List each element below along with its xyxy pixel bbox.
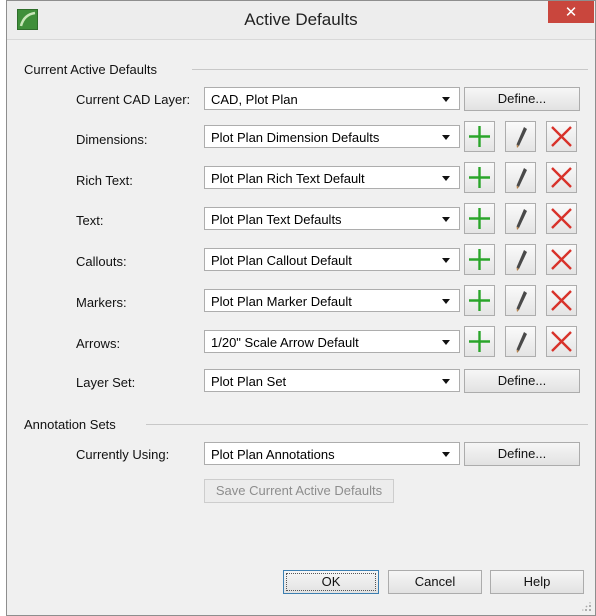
x-icon	[551, 208, 572, 229]
help-button[interactable]: Help	[490, 570, 584, 594]
layer-set-select[interactable]: Plot Plan Set	[204, 369, 460, 392]
dimensions-select[interactable]: Plot Plan Dimension Defaults	[204, 125, 460, 148]
x-icon	[551, 290, 572, 311]
save-current-active-defaults-button[interactable]: Save Current Active Defaults	[204, 479, 394, 503]
ok-button[interactable]: OK	[283, 570, 379, 594]
cancel-button[interactable]: Cancel	[388, 570, 482, 594]
callouts-label: Callouts:	[76, 254, 127, 269]
plus-icon	[469, 290, 490, 311]
dimensions-add-button[interactable]	[464, 121, 495, 152]
rich-text-edit-button[interactable]	[505, 162, 536, 193]
text-value: Plot Plan Text Defaults	[211, 212, 342, 227]
markers-value: Plot Plan Marker Default	[211, 294, 352, 309]
rich-text-add-button[interactable]	[464, 162, 495, 193]
arrows-add-button[interactable]	[464, 326, 495, 357]
plus-icon	[469, 167, 490, 188]
pencil-icon	[516, 332, 527, 353]
cad-layer-select[interactable]: CAD, Plot Plan	[204, 87, 460, 110]
pencil-icon	[516, 168, 527, 189]
text-edit-button[interactable]	[505, 203, 536, 234]
pencil-icon	[516, 291, 527, 312]
chevron-down-icon	[442, 176, 450, 181]
close-icon: ✕	[564, 3, 578, 21]
callouts-add-button[interactable]	[464, 244, 495, 275]
pencil-icon	[516, 127, 527, 148]
title-bar: Active Defaults ✕	[7, 1, 595, 40]
close-button[interactable]: ✕	[548, 1, 594, 23]
rich-text-value: Plot Plan Rich Text Default	[211, 171, 365, 186]
group-divider	[192, 69, 588, 70]
text-label: Text:	[76, 213, 104, 228]
arrows-label: Arrows:	[76, 336, 121, 351]
dimensions-label: Dimensions:	[76, 132, 148, 147]
annotation-set-value: Plot Plan Annotations	[211, 447, 335, 462]
x-icon	[551, 126, 572, 147]
markers-edit-button[interactable]	[505, 285, 536, 316]
markers-add-button[interactable]	[464, 285, 495, 316]
x-icon	[551, 249, 572, 270]
dimensions-value: Plot Plan Dimension Defaults	[211, 130, 380, 145]
active-defaults-dialog: Active Defaults ✕ Current Active Default…	[6, 0, 596, 616]
dimensions-delete-button[interactable]	[546, 121, 577, 152]
chevron-down-icon	[442, 299, 450, 304]
text-delete-button[interactable]	[546, 203, 577, 234]
dimensions-edit-button[interactable]	[505, 121, 536, 152]
markers-label: Markers:	[76, 295, 127, 310]
chevron-down-icon	[442, 379, 450, 384]
ok-button-label: OK	[286, 573, 376, 591]
group-label-annotation-sets: Annotation Sets	[24, 417, 116, 432]
callouts-select[interactable]: Plot Plan Callout Default	[204, 248, 460, 271]
x-icon	[551, 167, 572, 188]
x-icon	[551, 331, 572, 352]
chevron-down-icon	[442, 97, 450, 102]
dialog-title: Active Defaults	[244, 10, 358, 29]
layer-set-define-button[interactable]: Define...	[464, 369, 580, 393]
resize-grip-icon[interactable]	[582, 602, 592, 612]
plus-icon	[469, 331, 490, 352]
currently-using-label: Currently Using:	[76, 447, 170, 462]
arrows-edit-button[interactable]	[505, 326, 536, 357]
callouts-edit-button[interactable]	[505, 244, 536, 275]
cad-layer-label: Current CAD Layer:	[76, 92, 191, 107]
chevron-down-icon	[442, 217, 450, 222]
callouts-value: Plot Plan Callout Default	[211, 253, 352, 268]
pencil-icon	[516, 250, 527, 271]
markers-select[interactable]: Plot Plan Marker Default	[204, 289, 460, 312]
text-select[interactable]: Plot Plan Text Defaults	[204, 207, 460, 230]
rich-text-label: Rich Text:	[76, 173, 133, 188]
plus-icon	[469, 249, 490, 270]
arrows-select[interactable]: 1/20" Scale Arrow Default	[204, 330, 460, 353]
cad-layer-value: CAD, Plot Plan	[211, 92, 298, 107]
cad-layer-define-button[interactable]: Define...	[464, 87, 580, 111]
layer-set-label: Layer Set:	[76, 375, 136, 390]
rich-text-select[interactable]: Plot Plan Rich Text Default	[204, 166, 460, 189]
text-add-button[interactable]	[464, 203, 495, 234]
chevron-down-icon	[442, 135, 450, 140]
arrows-value: 1/20" Scale Arrow Default	[211, 335, 359, 350]
annotation-define-button[interactable]: Define...	[464, 442, 580, 466]
plus-icon	[469, 126, 490, 147]
chevron-down-icon	[442, 258, 450, 263]
markers-delete-button[interactable]	[546, 285, 577, 316]
callouts-delete-button[interactable]	[546, 244, 577, 275]
rich-text-delete-button[interactable]	[546, 162, 577, 193]
pencil-icon	[516, 209, 527, 230]
group-label-current-active-defaults: Current Active Defaults	[24, 62, 157, 77]
plus-icon	[469, 208, 490, 229]
annotation-set-select[interactable]: Plot Plan Annotations	[204, 442, 460, 465]
group-divider	[146, 424, 588, 425]
layer-set-value: Plot Plan Set	[211, 374, 287, 389]
arrows-delete-button[interactable]	[546, 326, 577, 357]
chevron-down-icon	[442, 340, 450, 345]
chevron-down-icon	[442, 452, 450, 457]
